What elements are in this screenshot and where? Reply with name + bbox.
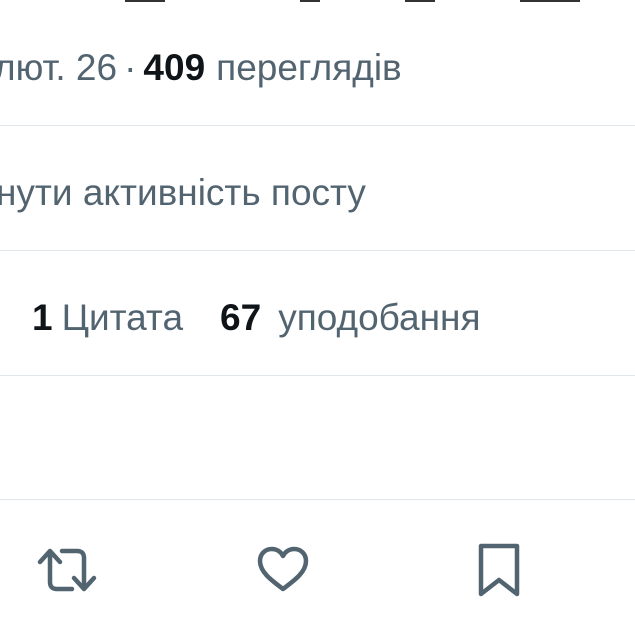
- tweet-action-bar: [0, 535, 635, 605]
- retweet-button[interactable]: [32, 535, 102, 605]
- post-activity-label: нути активність посту: [0, 172, 366, 213]
- quote-label[interactable]: Цитата: [62, 297, 183, 339]
- tweet-date[interactable]: лют. 26: [0, 47, 117, 89]
- likes-label[interactable]: уподобання: [278, 297, 480, 339]
- heart-icon: [255, 545, 311, 595]
- tweet-meta-row: лют. 26 · 409 переглядів: [0, 40, 629, 96]
- divider: [0, 125, 635, 126]
- divider: [0, 499, 635, 500]
- views-count: 409: [143, 47, 206, 88]
- quote-count[interactable]: 1: [32, 297, 53, 339]
- view-post-activity-link[interactable]: нути активність посту: [0, 165, 631, 221]
- meta-separator: ·: [124, 47, 137, 88]
- retweet-icon: [35, 545, 99, 595]
- divider: [0, 250, 635, 251]
- divider: [0, 375, 635, 376]
- views-label: переглядів: [216, 47, 402, 88]
- media-bottom-edge: [0, 0, 635, 4]
- likes-count[interactable]: 67: [220, 297, 261, 339]
- engagement-stats-row: 1 Цитата 67 уподобання: [32, 290, 635, 346]
- bookmark-icon: [476, 542, 522, 598]
- like-button[interactable]: [248, 535, 318, 605]
- bookmark-button[interactable]: [464, 535, 534, 605]
